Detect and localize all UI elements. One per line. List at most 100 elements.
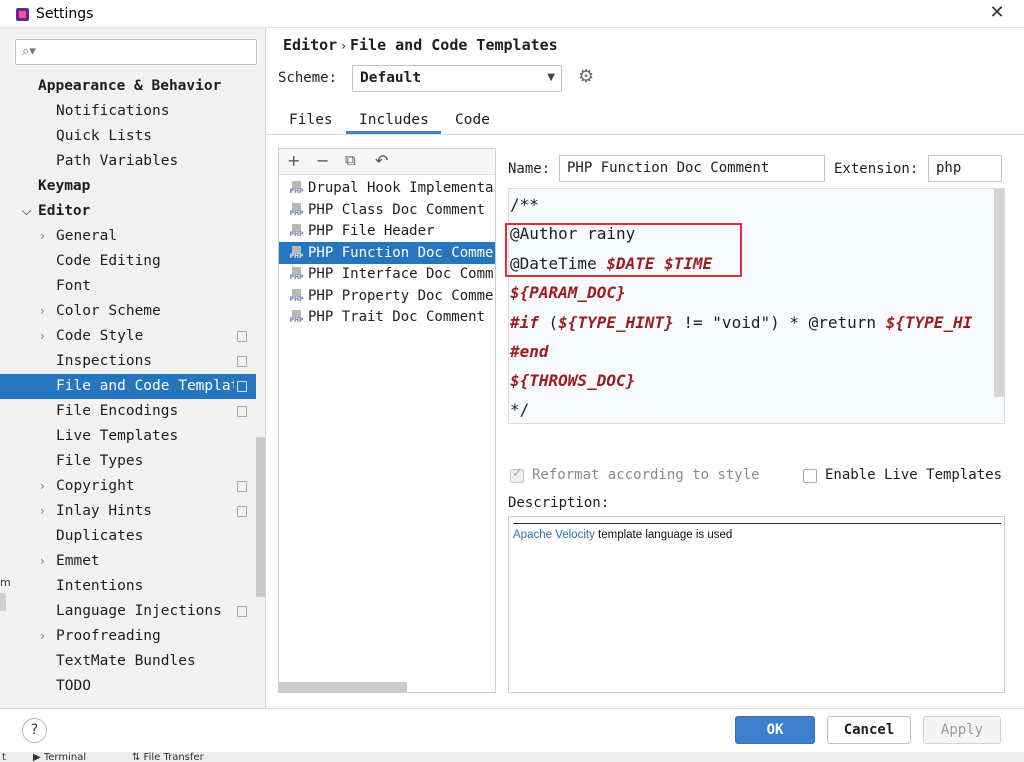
background-text: t xyxy=(2,752,6,762)
sidebar-item[interactable]: TODO xyxy=(0,674,256,699)
sidebar-item[interactable]: Quick Lists xyxy=(0,124,256,149)
scheme-value: Default xyxy=(360,70,422,86)
template-list-panel: + − ⧉ ↶ PHP Drupal Hook Implementa PHP PHP … xyxy=(278,148,496,693)
sidebar-item[interactable]: › Copyright xyxy=(0,474,256,499)
background-terminal-tab[interactable]: ▶ Terminal xyxy=(33,752,86,762)
sidebar-item[interactable]: Intentions xyxy=(0,574,256,599)
sidebar-scrollbar[interactable] xyxy=(256,437,265,597)
chevron-right-icon[interactable]: › xyxy=(40,474,45,499)
sidebar-item-label: General xyxy=(56,228,118,244)
php-file-icon-tag: PHP xyxy=(289,295,304,303)
editor-scrollbar[interactable] xyxy=(994,189,1004,397)
breadcrumb-parent[interactable]: Editor xyxy=(283,36,337,54)
sidebar-item-label: Keymap xyxy=(38,178,91,194)
description-label: Description: xyxy=(508,495,610,511)
sidebar-item-label: Emmet xyxy=(56,553,100,569)
template-list-item-label: Drupal Hook Implementa xyxy=(308,180,494,196)
velocity-link[interactable]: Apache Velocity xyxy=(513,529,595,541)
sidebar-item-label: Intentions xyxy=(56,578,144,594)
ok-button[interactable]: OK xyxy=(735,716,815,744)
project-scope-icon xyxy=(237,406,247,417)
sidebar-item[interactable]: File Types xyxy=(0,449,256,474)
chevron-right-icon[interactable]: › xyxy=(40,549,45,574)
template-list-item[interactable]: PHP PHP Trait Doc Comment xyxy=(279,306,495,328)
template-list-item-label: PHP Property Doc Comme xyxy=(308,287,494,304)
copy-icon[interactable]: ⧉ xyxy=(345,151,356,169)
chevron-right-icon[interactable]: › xyxy=(40,224,45,249)
code-line: ${THROWS_DOC} xyxy=(510,371,636,390)
sidebar-item-label: Live Templates xyxy=(56,428,179,444)
scheme-select[interactable]: Default ▼ xyxy=(352,65,562,92)
tab-files[interactable]: Files xyxy=(289,106,333,134)
apply-button[interactable]: Apply xyxy=(923,716,1001,744)
template-list-item[interactable]: PHP PHP Function Doc Comme xyxy=(279,241,495,264)
template-list-item[interactable]: PHP PHP Property Doc Comme xyxy=(279,285,495,307)
gear-icon[interactable]: ⚙ xyxy=(578,66,594,87)
reformat-checkbox[interactable]: ✓ xyxy=(510,466,524,483)
sidebar-item[interactable]: › Proofreading xyxy=(0,624,256,649)
annotation-highlight xyxy=(505,223,742,277)
sidebar-item[interactable]: Code Editing xyxy=(0,249,256,274)
sidebar-item[interactable]: File Encodings xyxy=(0,399,256,424)
sidebar-item[interactable]: File and Code Templat xyxy=(0,374,256,399)
tab-includes[interactable]: Includes xyxy=(346,106,441,134)
code-line: ${PARAM_DOC} xyxy=(510,283,626,302)
tabs-divider xyxy=(266,134,1024,135)
sidebar-item-label: Font xyxy=(56,278,91,294)
tab-code[interactable]: Code xyxy=(455,106,490,134)
sidebar-item[interactable]: Inspections xyxy=(0,349,256,374)
reformat-label: Reformat according to style xyxy=(532,467,760,483)
php-file-icon: PHP xyxy=(288,224,305,239)
chevron-right-icon[interactable]: › xyxy=(40,299,45,324)
chevron-right-icon[interactable]: › xyxy=(40,499,45,524)
sidebar-item[interactable]: Font xyxy=(0,274,256,299)
chevron-right-icon[interactable]: › xyxy=(40,324,45,349)
sidebar-item[interactable]: Notifications xyxy=(0,99,256,124)
live-templates-checkbox[interactable] xyxy=(803,469,817,483)
sidebar-item-label: File Encodings xyxy=(56,403,179,419)
sidebar-item-label: Duplicates xyxy=(56,528,144,544)
project-scope-icon xyxy=(237,481,247,492)
reset-icon[interactable]: ↶ xyxy=(375,151,388,170)
sidebar-item[interactable]: Live Templates xyxy=(0,424,256,449)
name-input[interactable]: PHP Function Doc Comment xyxy=(559,155,825,182)
sidebar-item[interactable]: › Code Style xyxy=(0,324,256,349)
template-list-item[interactable]: PHP PHP File Header xyxy=(279,220,495,242)
add-icon[interactable]: + xyxy=(287,151,300,170)
code-line: /** xyxy=(510,195,539,214)
sidebar-item[interactable]: TextMate Bundles xyxy=(0,649,256,674)
sidebar-item[interactable]: Appearance & Behavior xyxy=(0,74,256,99)
sidebar-item[interactable]: ⌵ Editor xyxy=(0,199,256,224)
search-icon: ⌕▾ xyxy=(22,44,36,59)
sidebar-item[interactable]: › Color Scheme xyxy=(0,299,256,324)
sidebar-item[interactable]: Language Injections xyxy=(0,599,256,624)
help-button[interactable]: ? xyxy=(22,718,47,743)
close-icon[interactable]: ✕ xyxy=(986,2,1008,24)
template-list-item[interactable]: PHP PHP Interface Doc Comm xyxy=(279,263,495,285)
sidebar-item[interactable]: Duplicates xyxy=(0,524,256,549)
sidebar-item[interactable]: Keymap xyxy=(0,174,256,199)
chevron-right-icon[interactable]: › xyxy=(40,624,45,649)
php-file-icon-tag: PHP xyxy=(289,231,304,238)
chevron-down-icon[interactable]: ⌵ xyxy=(22,199,31,224)
project-scope-icon xyxy=(237,506,247,517)
cancel-button[interactable]: Cancel xyxy=(827,716,911,744)
sidebar-item[interactable]: › General xyxy=(0,224,256,249)
code-line: #end xyxy=(510,342,549,361)
project-scope-icon xyxy=(237,381,247,392)
sidebar-item-label: File Types xyxy=(56,453,144,469)
list-horizontal-scrollbar[interactable] xyxy=(279,682,407,692)
template-list-item[interactable]: PHP Drupal Hook Implementa xyxy=(279,177,495,199)
title-bar: Settings ✕ xyxy=(0,0,1024,28)
breadcrumb-separator: › xyxy=(341,39,346,53)
sidebar-item[interactable]: Path Variables xyxy=(0,149,256,174)
sidebar-item-label: Proofreading xyxy=(56,628,161,644)
template-list-item[interactable]: PHP PHP Class Doc Comment xyxy=(279,199,495,221)
code-text: != "void") * @return xyxy=(673,313,886,332)
sidebar-item[interactable]: › Inlay Hints xyxy=(0,499,256,524)
extension-input[interactable]: php xyxy=(928,155,1002,182)
search-input[interactable]: ⌕▾ xyxy=(15,39,257,65)
background-file-transfer-tab[interactable]: ⇅ File Transfer xyxy=(132,752,204,762)
remove-icon[interactable]: − xyxy=(316,151,329,170)
sidebar-item[interactable]: › Emmet xyxy=(0,549,256,574)
